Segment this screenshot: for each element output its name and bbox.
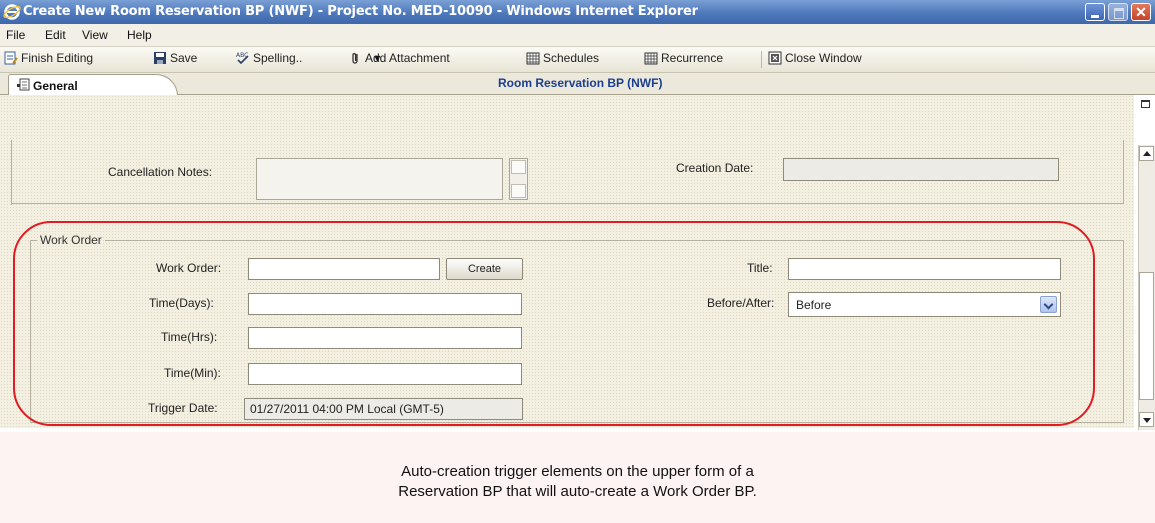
recurrence-button[interactable]: Recurrence	[644, 51, 723, 68]
menu-edit[interactable]: Edit	[45, 28, 66, 42]
internet-explorer-icon	[3, 4, 21, 20]
window-title: Create New Room Reservation BP (NWF) - P…	[23, 4, 698, 19]
page-scroll-thumb[interactable]	[1139, 272, 1154, 400]
section-divider	[11, 140, 12, 205]
toolbar: Finish Editing Save ABC Spelling.. Add At…	[0, 47, 1155, 73]
cancellation-notes-label: Cancellation Notes:	[108, 165, 213, 179]
save-button[interactable]: Save	[153, 51, 197, 68]
schedules-button[interactable]: Schedules	[526, 51, 599, 68]
spelling-button[interactable]: ABC Spelling..	[236, 51, 302, 68]
toolbar-separator	[761, 51, 762, 68]
cancellation-notes-scrollbar[interactable]	[509, 158, 528, 200]
add-attachment-button[interactable]: Add Attachment ▾	[348, 51, 450, 68]
creation-date-label: Creation Date:	[676, 161, 754, 175]
close-window-button[interactable]: ✕	[1131, 3, 1151, 21]
paperclip-icon	[352, 53, 358, 64]
close-window-icon	[768, 51, 782, 65]
menu-bar: File Edit View Help	[0, 24, 1155, 47]
finish-editing-icon	[4, 51, 18, 65]
finish-editing-button[interactable]: Finish Editing	[4, 51, 93, 68]
minimize-button[interactable]	[1085, 3, 1105, 21]
spell-check-icon: ABC	[236, 52, 249, 65]
menu-help[interactable]: Help	[127, 28, 152, 42]
scroll-up-icon[interactable]	[511, 160, 526, 174]
general-tab-icon	[17, 78, 30, 91]
caption-line-2: Reservation BP that will auto-create a W…	[398, 483, 757, 500]
window-title-bar[interactable]: Create New Room Reservation BP (NWF) - P…	[0, 0, 1155, 24]
maximize-button[interactable]	[1108, 3, 1128, 21]
tab-general[interactable]: General	[8, 74, 178, 96]
caption: Auto-creation trigger elements on the up…	[0, 462, 1155, 502]
scroll-down-icon[interactable]	[511, 184, 526, 198]
page-scroll-down-icon[interactable]	[1139, 412, 1154, 427]
menu-view[interactable]: View	[82, 28, 108, 42]
page-scroll-up-icon[interactable]	[1139, 146, 1154, 161]
highlight-ellipse	[13, 221, 1095, 426]
cancellation-notes-textarea[interactable]	[256, 158, 503, 200]
schedules-icon	[526, 52, 540, 65]
close-window-toolbar-button[interactable]: Close Window	[768, 51, 862, 68]
floppy-disk-icon	[154, 52, 166, 64]
restore-icon[interactable]	[1141, 100, 1150, 108]
recurrence-icon	[644, 52, 658, 65]
caption-line-1: Auto-creation trigger elements on the up…	[401, 463, 754, 480]
form-title: Room Reservation BP (NWF)	[498, 76, 663, 90]
creation-date-field	[783, 158, 1059, 181]
menu-file[interactable]: File	[6, 28, 25, 42]
